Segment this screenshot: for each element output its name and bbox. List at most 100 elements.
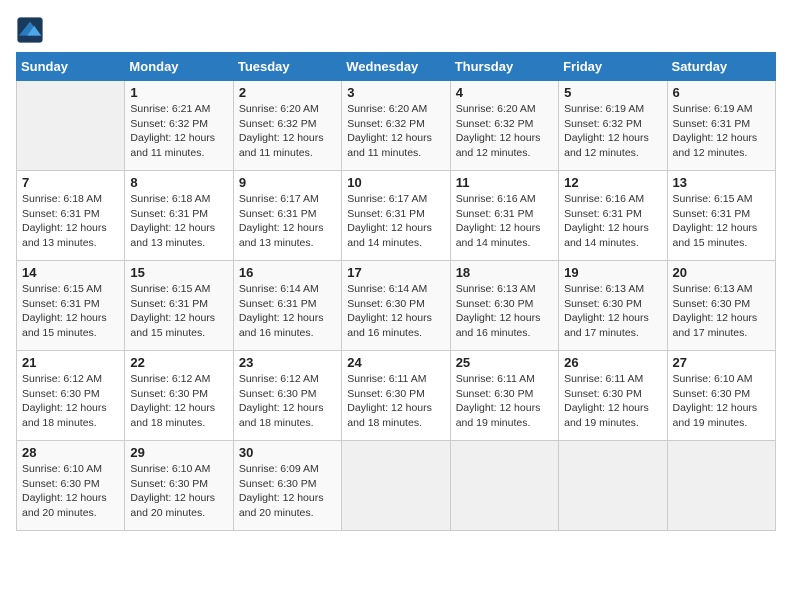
column-header-thursday: Thursday <box>450 53 558 81</box>
day-info: Sunrise: 6:20 AM Sunset: 6:32 PM Dayligh… <box>239 102 336 161</box>
day-number: 3 <box>347 85 444 100</box>
calendar-cell: 25Sunrise: 6:11 AM Sunset: 6:30 PM Dayli… <box>450 351 558 441</box>
column-header-wednesday: Wednesday <box>342 53 450 81</box>
day-info: Sunrise: 6:15 AM Sunset: 6:31 PM Dayligh… <box>673 192 770 251</box>
day-number: 30 <box>239 445 336 460</box>
day-info: Sunrise: 6:14 AM Sunset: 6:30 PM Dayligh… <box>347 282 444 341</box>
day-number: 16 <box>239 265 336 280</box>
calendar-cell: 26 Sunrise: 6:11 AM Sunset: 6:30 PM Dayli… <box>559 351 667 441</box>
column-header-saturday: Saturday <box>667 53 775 81</box>
day-info: Sunrise: 6:10 AM Sunset: 6:30 PM Dayligh… <box>673 372 770 431</box>
day-info: Sunrise: 6:12 AM Sunset: 6:30 PM Dayligh… <box>239 372 336 431</box>
calendar-cell: 15 Sunrise: 6:15 AM Sunset: 6:31 PM Dayli… <box>125 261 233 351</box>
calendar-cell: 1 Sunrise: 6:21 AM Sunset: 6:32 PM Daylig… <box>125 81 233 171</box>
day-number: 14 <box>22 265 119 280</box>
day-number: 4 <box>456 85 553 100</box>
column-header-monday: Monday <box>125 53 233 81</box>
calendar-cell: 9Sunrise: 6:17 AM Sunset: 6:31 PM Daylig… <box>233 171 341 261</box>
page-header <box>16 16 776 44</box>
day-info: Sunrise: 6:13 AM Sunset: 6:30 PM Dayligh… <box>564 282 661 341</box>
day-info: Sunrise: 6:13 AM Sunset: 6:30 PM Dayligh… <box>673 282 770 341</box>
week-row-3: 14 Sunrise: 6:15 AM Sunset: 6:31 PM Dayli… <box>17 261 776 351</box>
day-number: 21 <box>22 355 119 370</box>
calendar-cell: 22 Sunrise: 6:12 AM Sunset: 6:30 PM Dayli… <box>125 351 233 441</box>
calendar-cell: 4 Sunrise: 6:20 AM Sunset: 6:32 PM Daylig… <box>450 81 558 171</box>
column-header-friday: Friday <box>559 53 667 81</box>
day-info: Sunrise: 6:15 AM Sunset: 6:31 PM Dayligh… <box>130 282 227 341</box>
column-header-sunday: Sunday <box>17 53 125 81</box>
day-number: 7 <box>22 175 119 190</box>
calendar-cell: 23 Sunrise: 6:12 AM Sunset: 6:30 PM Dayli… <box>233 351 341 441</box>
calendar-cell: 10 Sunrise: 6:17 AM Sunset: 6:31 PM Dayli… <box>342 171 450 261</box>
calendar-table: SundayMondayTuesdayWednesdayThursdayFrid… <box>16 52 776 531</box>
day-number: 17 <box>347 265 444 280</box>
calendar-cell: 30 Sunrise: 6:09 AM Sunset: 6:30 PM Dayli… <box>233 441 341 531</box>
calendar-cell: 28Sunrise: 6:10 AM Sunset: 6:30 PM Dayli… <box>17 441 125 531</box>
day-number: 12 <box>564 175 661 190</box>
calendar-cell <box>342 441 450 531</box>
day-info: Sunrise: 6:11 AM Sunset: 6:30 PM Dayligh… <box>347 372 444 431</box>
logo <box>16 16 46 44</box>
calendar-cell: 19 Sunrise: 6:13 AM Sunset: 6:30 PM Dayli… <box>559 261 667 351</box>
day-info: Sunrise: 6:20 AM Sunset: 6:32 PM Dayligh… <box>347 102 444 161</box>
calendar-cell: 12Sunrise: 6:16 AM Sunset: 6:31 PM Dayli… <box>559 171 667 261</box>
day-info: Sunrise: 6:18 AM Sunset: 6:31 PM Dayligh… <box>22 192 119 251</box>
week-row-2: 7 Sunrise: 6:18 AM Sunset: 6:31 PM Daylig… <box>17 171 776 261</box>
calendar-cell: 14 Sunrise: 6:15 AM Sunset: 6:31 PM Dayli… <box>17 261 125 351</box>
day-info: Sunrise: 6:13 AM Sunset: 6:30 PM Dayligh… <box>456 282 553 341</box>
week-row-1: 1 Sunrise: 6:21 AM Sunset: 6:32 PM Daylig… <box>17 81 776 171</box>
calendar-cell: 6 Sunrise: 6:19 AM Sunset: 6:31 PM Daylig… <box>667 81 775 171</box>
day-info: Sunrise: 6:11 AM Sunset: 6:30 PM Dayligh… <box>456 372 553 431</box>
calendar-cell: 20 Sunrise: 6:13 AM Sunset: 6:30 PM Dayli… <box>667 261 775 351</box>
day-number: 6 <box>673 85 770 100</box>
calendar-cell: 17 Sunrise: 6:14 AM Sunset: 6:30 PM Dayli… <box>342 261 450 351</box>
day-info: Sunrise: 6:11 AM Sunset: 6:30 PM Dayligh… <box>564 372 661 431</box>
calendar-cell: 27Sunrise: 6:10 AM Sunset: 6:30 PM Dayli… <box>667 351 775 441</box>
day-info: Sunrise: 6:19 AM Sunset: 6:31 PM Dayligh… <box>673 102 770 161</box>
calendar-cell: 8 Sunrise: 6:18 AM Sunset: 6:31 PM Daylig… <box>125 171 233 261</box>
day-number: 9 <box>239 175 336 190</box>
day-info: Sunrise: 6:17 AM Sunset: 6:31 PM Dayligh… <box>347 192 444 251</box>
calendar-cell: 5 Sunrise: 6:19 AM Sunset: 6:32 PM Daylig… <box>559 81 667 171</box>
day-number: 8 <box>130 175 227 190</box>
calendar-cell <box>667 441 775 531</box>
calendar-cell <box>559 441 667 531</box>
day-number: 1 <box>130 85 227 100</box>
day-info: Sunrise: 6:21 AM Sunset: 6:32 PM Dayligh… <box>130 102 227 161</box>
day-number: 10 <box>347 175 444 190</box>
calendar-cell <box>17 81 125 171</box>
day-number: 2 <box>239 85 336 100</box>
day-info: Sunrise: 6:20 AM Sunset: 6:32 PM Dayligh… <box>456 102 553 161</box>
day-number: 11 <box>456 175 553 190</box>
calendar-cell: 7 Sunrise: 6:18 AM Sunset: 6:31 PM Daylig… <box>17 171 125 261</box>
day-info: Sunrise: 6:19 AM Sunset: 6:32 PM Dayligh… <box>564 102 661 161</box>
calendar-cell: 2 Sunrise: 6:20 AM Sunset: 6:32 PM Daylig… <box>233 81 341 171</box>
calendar-cell: 24 Sunrise: 6:11 AM Sunset: 6:30 PM Dayli… <box>342 351 450 441</box>
day-number: 26 <box>564 355 661 370</box>
column-header-tuesday: Tuesday <box>233 53 341 81</box>
calendar-cell: 11Sunrise: 6:16 AM Sunset: 6:31 PM Dayli… <box>450 171 558 261</box>
calendar-cell <box>450 441 558 531</box>
day-info: Sunrise: 6:14 AM Sunset: 6:31 PM Dayligh… <box>239 282 336 341</box>
day-number: 23 <box>239 355 336 370</box>
day-number: 29 <box>130 445 227 460</box>
day-info: Sunrise: 6:12 AM Sunset: 6:30 PM Dayligh… <box>130 372 227 431</box>
calendar-cell: 29 Sunrise: 6:10 AM Sunset: 6:30 PM Dayli… <box>125 441 233 531</box>
calendar-cell: 13 Sunrise: 6:15 AM Sunset: 6:31 PM Dayli… <box>667 171 775 261</box>
day-info: Sunrise: 6:09 AM Sunset: 6:30 PM Dayligh… <box>239 462 336 521</box>
day-number: 22 <box>130 355 227 370</box>
day-info: Sunrise: 6:18 AM Sunset: 6:31 PM Dayligh… <box>130 192 227 251</box>
day-info: Sunrise: 6:10 AM Sunset: 6:30 PM Dayligh… <box>130 462 227 521</box>
day-number: 28 <box>22 445 119 460</box>
calendar-cell: 21Sunrise: 6:12 AM Sunset: 6:30 PM Dayli… <box>17 351 125 441</box>
day-number: 18 <box>456 265 553 280</box>
day-number: 19 <box>564 265 661 280</box>
calendar-cell: 3 Sunrise: 6:20 AM Sunset: 6:32 PM Daylig… <box>342 81 450 171</box>
day-number: 15 <box>130 265 227 280</box>
day-number: 5 <box>564 85 661 100</box>
day-info: Sunrise: 6:15 AM Sunset: 6:31 PM Dayligh… <box>22 282 119 341</box>
logo-icon <box>16 16 44 44</box>
day-number: 13 <box>673 175 770 190</box>
day-number: 24 <box>347 355 444 370</box>
day-number: 20 <box>673 265 770 280</box>
